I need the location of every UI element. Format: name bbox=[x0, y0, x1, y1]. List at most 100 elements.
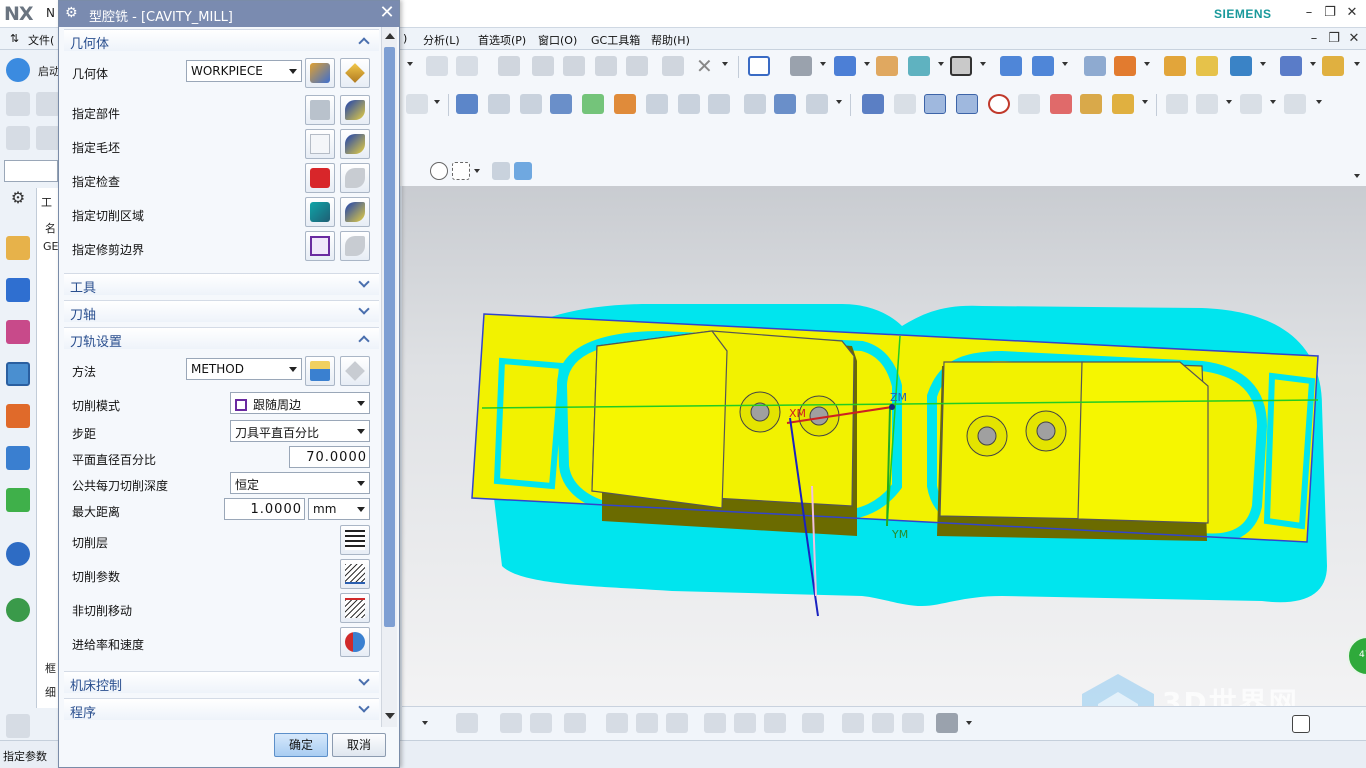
tool-icon[interactable] bbox=[36, 126, 60, 150]
scrollbar-thumb[interactable] bbox=[384, 47, 395, 627]
postprocess-icon[interactable] bbox=[614, 94, 636, 114]
reuse-library-icon[interactable] bbox=[6, 446, 30, 470]
cube-filter-icon[interactable] bbox=[514, 162, 532, 180]
menu-help[interactable]: 帮助(H) bbox=[651, 32, 690, 48]
cut-levels-button[interactable] bbox=[340, 525, 370, 555]
operation-icon[interactable] bbox=[406, 94, 428, 114]
dropdown-arrow-icon[interactable] bbox=[1144, 62, 1150, 66]
dropdown-arrow-icon[interactable] bbox=[1142, 100, 1148, 104]
offset-icon[interactable] bbox=[498, 56, 520, 76]
menu-window[interactable]: 窗口(O) bbox=[538, 32, 577, 48]
report-icon[interactable] bbox=[774, 94, 796, 114]
chevron-down-icon[interactable] bbox=[358, 674, 370, 686]
extrude-icon[interactable] bbox=[595, 56, 617, 76]
dropdown-arrow-icon[interactable] bbox=[1354, 62, 1360, 66]
sew-icon[interactable] bbox=[842, 713, 864, 733]
mirror-icon[interactable] bbox=[6, 92, 30, 116]
dropdown-arrow-icon[interactable] bbox=[1316, 100, 1322, 104]
replace-face-icon[interactable] bbox=[902, 713, 924, 733]
add-point-icon[interactable] bbox=[532, 56, 554, 76]
probe-icon[interactable] bbox=[1284, 94, 1306, 114]
close-window-icon[interactable]: ✕ bbox=[1344, 5, 1360, 21]
dropdown-arrow-icon[interactable] bbox=[1270, 100, 1276, 104]
batch-icon[interactable] bbox=[708, 94, 730, 114]
solid-icon[interactable] bbox=[802, 713, 824, 733]
machine-nav-icon[interactable] bbox=[6, 404, 30, 428]
start-label[interactable]: 启动 bbox=[38, 63, 60, 79]
snap-icon[interactable] bbox=[1230, 56, 1252, 76]
new-method-button[interactable] bbox=[305, 356, 335, 386]
tree-icon[interactable] bbox=[6, 714, 30, 738]
transform-icon[interactable] bbox=[1112, 94, 1134, 114]
section-path-settings[interactable]: 刀轨设置 bbox=[64, 327, 379, 350]
menu-gc-toolbox[interactable]: GC工具箱 bbox=[591, 32, 640, 48]
specify-check-button[interactable] bbox=[305, 163, 335, 193]
fullscreen-icon[interactable] bbox=[1292, 715, 1310, 733]
copy-icon[interactable] bbox=[456, 56, 478, 76]
check-icon[interactable] bbox=[6, 126, 30, 150]
cube-view-icon[interactable] bbox=[834, 56, 856, 76]
boolean-icon[interactable] bbox=[500, 713, 522, 733]
dialog-settings-icon[interactable]: ⚙ bbox=[65, 5, 81, 21]
tool-display-icon[interactable] bbox=[862, 94, 884, 114]
display-part-button[interactable] bbox=[340, 95, 370, 125]
menu-fragment[interactable]: ) bbox=[403, 32, 407, 45]
edit-geometry-button[interactable] bbox=[340, 58, 370, 88]
display-cut-area-button[interactable] bbox=[340, 197, 370, 227]
chamfer-icon[interactable] bbox=[636, 713, 658, 733]
dropdown-arrow-icon[interactable] bbox=[980, 62, 986, 66]
cut-params-button[interactable] bbox=[340, 559, 370, 589]
display-check-button[interactable] bbox=[340, 163, 370, 193]
dialog-titlebar[interactable]: ⚙ 型腔铣 - [CAVITY_MILL] ✕ bbox=[59, 1, 399, 27]
info-icon[interactable] bbox=[6, 542, 30, 566]
chevron-up-icon[interactable] bbox=[358, 37, 370, 49]
specify-part-button[interactable] bbox=[305, 95, 335, 125]
scroll-up-icon[interactable] bbox=[385, 33, 395, 39]
dropdown-arrow-icon[interactable] bbox=[820, 62, 826, 66]
dropdown-arrow-icon[interactable] bbox=[407, 62, 413, 66]
menu-preferences[interactable]: 首选项(P) bbox=[478, 32, 526, 48]
display-trim-boundary-button[interactable] bbox=[340, 231, 370, 261]
section-program[interactable]: 程序 bbox=[64, 698, 379, 721]
section-geometry[interactable]: 几何体 bbox=[64, 29, 379, 52]
unit-select[interactable]: mm bbox=[308, 498, 370, 520]
roles-icon[interactable] bbox=[6, 58, 30, 82]
menu-analysis[interactable]: 分析(L) bbox=[423, 32, 460, 48]
reuse-icon[interactable] bbox=[456, 713, 478, 733]
list-path-icon[interactable] bbox=[520, 94, 542, 114]
section-icon[interactable] bbox=[876, 56, 898, 76]
dropdown-arrow-icon[interactable] bbox=[422, 721, 428, 725]
specify-blank-button[interactable] bbox=[305, 129, 335, 159]
menu-file-icon[interactable]: ⇅ bbox=[10, 32, 19, 45]
shell-icon[interactable] bbox=[626, 56, 648, 76]
restore-icon[interactable]: ❐ bbox=[1322, 5, 1338, 21]
chevron-down-icon[interactable] bbox=[358, 303, 370, 315]
feeds-speeds-button[interactable] bbox=[340, 627, 370, 657]
scroll-down-icon[interactable] bbox=[385, 713, 395, 719]
blend-icon[interactable] bbox=[606, 713, 628, 733]
selection-circle-icon[interactable] bbox=[430, 162, 448, 180]
tools-icon[interactable] bbox=[1196, 56, 1218, 76]
shell-body-icon[interactable] bbox=[530, 713, 552, 733]
filter-input[interactable] bbox=[4, 160, 58, 182]
method-select[interactable]: METHOD bbox=[186, 358, 302, 380]
navigator-dependencies[interactable]: 框 bbox=[45, 660, 56, 676]
dropdown-arrow-icon[interactable] bbox=[474, 169, 480, 173]
display-blank-button[interactable] bbox=[340, 129, 370, 159]
pattern-icon[interactable] bbox=[426, 56, 448, 76]
max-distance-input[interactable]: 1.0000 bbox=[224, 498, 305, 520]
section-tool[interactable]: 工具 bbox=[64, 273, 379, 296]
measure-icon[interactable] bbox=[1322, 56, 1344, 76]
specify-trim-boundary-button[interactable] bbox=[305, 231, 335, 261]
minimize-icon[interactable]: – bbox=[1301, 5, 1317, 21]
doc-close-icon[interactable]: ✕ bbox=[1346, 31, 1362, 47]
mill-contour-icon[interactable] bbox=[1166, 94, 1188, 114]
background-icon[interactable] bbox=[950, 56, 972, 76]
stepover-select[interactable]: 刀具平直百分比 bbox=[230, 420, 370, 442]
doc-restore-icon[interactable]: ❐ bbox=[1326, 31, 1342, 47]
subtract-icon[interactable] bbox=[764, 713, 786, 733]
box-icon[interactable] bbox=[936, 713, 958, 733]
geometry-select[interactable]: WORKPIECE bbox=[186, 60, 302, 82]
dropdown-arrow-icon[interactable] bbox=[1226, 100, 1232, 104]
unite-icon[interactable] bbox=[734, 713, 756, 733]
